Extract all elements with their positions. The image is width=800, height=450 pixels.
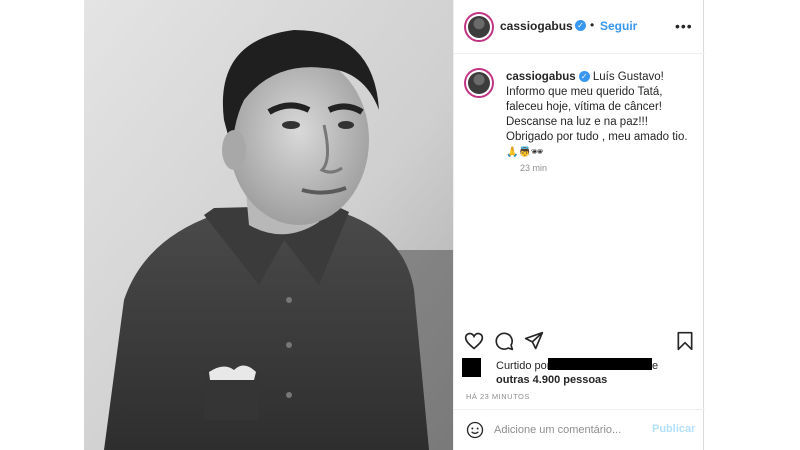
comment-form: Publicar [454, 409, 705, 450]
caption-text: cassiogabus ✓ Luís Gustavo! Informo que m… [506, 70, 696, 160]
instagram-post: cassiogabus ✓ • Seguir ••• cassiogabus ✓ … [84, 0, 705, 450]
caption-emojis: 🙏👼🕶 [506, 147, 544, 158]
share-send-icon[interactable] [524, 331, 544, 351]
post-header: cassiogabus ✓ • Seguir ••• [454, 0, 705, 54]
verified-badge-icon: ✓ [575, 20, 586, 31]
publish-button[interactable]: Publicar [652, 423, 695, 435]
like-heart-icon[interactable] [464, 331, 484, 351]
portrait-image [84, 0, 453, 450]
caption-avatar[interactable] [464, 68, 494, 98]
liker-avatar[interactable] [462, 358, 481, 377]
post-side-panel: cassiogabus ✓ • Seguir ••• cassiogabus ✓ … [453, 0, 705, 450]
comment-bubble-icon[interactable] [494, 331, 514, 351]
caption-time: 23 min [520, 163, 548, 173]
likes-summary: Curtido por e outras 4.900 pessoas [462, 357, 702, 387]
liked-by-conjunction: e [652, 360, 659, 372]
author-avatar[interactable] [464, 12, 494, 42]
caption-username[interactable]: cassiogabus [506, 71, 576, 83]
liked-by-label: Curtido por [496, 360, 551, 372]
bookmark-save-icon[interactable] [676, 331, 694, 351]
action-bar [454, 331, 705, 357]
follow-button[interactable]: Seguir [600, 19, 637, 33]
author-username[interactable]: cassiogabus [500, 19, 573, 33]
more-options-icon[interactable]: ••• [675, 18, 693, 34]
post-photo[interactable] [84, 0, 453, 450]
post-timestamp[interactable]: HÁ 23 MINUTOS [466, 392, 530, 401]
others-count-link[interactable]: outras 4.900 pessoas [496, 374, 607, 386]
caption-body-line2: Obrigado por tudo , meu amado tio. [506, 131, 688, 143]
separator-dot: • [590, 18, 595, 32]
emoji-smiley-icon[interactable] [466, 421, 484, 439]
verified-badge-icon: ✓ [578, 71, 590, 83]
comment-input[interactable] [494, 422, 644, 438]
redacted-username [548, 358, 652, 370]
